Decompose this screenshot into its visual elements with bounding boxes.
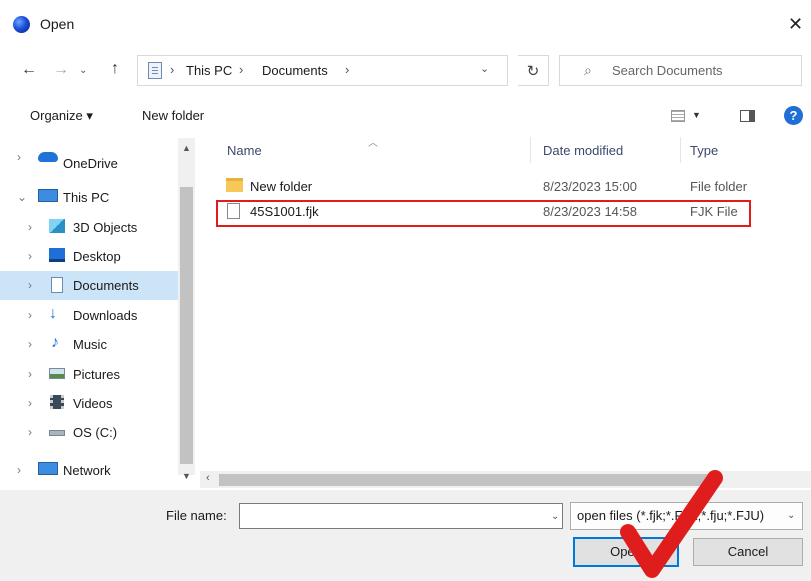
network-icon [38, 462, 58, 475]
pictures-icon [49, 368, 65, 379]
sidebar-item-this-pc[interactable]: ⌄ This PC [0, 183, 178, 212]
sidebar-scroll-thumb[interactable] [180, 187, 193, 464]
sidebar-item-network[interactable]: › Network [0, 457, 178, 486]
breadcrumb-separator: › [239, 62, 244, 77]
horizontal-scroll-thumb[interactable] [219, 474, 710, 486]
breadcrumb-documents[interactable]: Documents [262, 63, 328, 78]
cube-icon [49, 219, 65, 233]
sidebar-item-music[interactable]: › ♪ Music [0, 330, 178, 359]
file-name-dropdown-icon[interactable]: ⌄ [551, 511, 559, 522]
search-icon: ⌕ [584, 62, 592, 78]
sidebar-item-onedrive[interactable]: › OneDrive [0, 143, 178, 172]
cancel-button[interactable]: Cancel [693, 538, 803, 566]
sidebar-item-label: Desktop [73, 249, 121, 264]
column-header-name[interactable]: Name [227, 143, 262, 158]
back-button[interactable]: ← [21, 61, 37, 79]
sidebar-item-label: This PC [63, 190, 110, 205]
file-row[interactable]: New folder 8/23/2023 15:00 File folder [218, 176, 751, 197]
scroll-up-icon[interactable]: ▲ [182, 143, 191, 153]
address-dropdown-button[interactable]: ⌄ [480, 62, 489, 75]
chevron-right-icon[interactable]: › [28, 396, 32, 410]
search-input[interactable]: Search Documents [612, 63, 723, 78]
chevron-right-icon[interactable]: › [28, 425, 32, 439]
chevron-down-icon[interactable]: ⌄ [787, 510, 795, 521]
sidebar-item-label: Videos [73, 396, 113, 411]
chevron-right-icon[interactable]: › [28, 278, 32, 292]
close-button[interactable]: ✕ [788, 12, 810, 36]
chevron-right-icon[interactable]: › [28, 308, 32, 322]
download-icon: ↓ [49, 305, 57, 322]
folder-icon [226, 178, 243, 192]
chevron-down-icon[interactable]: ⌄ [17, 190, 27, 204]
preview-pane-icon[interactable] [740, 110, 755, 122]
column-header-date-modified[interactable]: Date modified [543, 143, 623, 158]
highlight-annotation [216, 200, 751, 227]
recent-locations-button[interactable]: ⌄ [79, 65, 87, 76]
view-options-chevron-icon[interactable]: ▼ [692, 110, 701, 120]
music-icon: ♪ [51, 334, 59, 351]
sidebar-item-label: 3D Objects [73, 220, 138, 235]
sidebar-item-documents[interactable]: › Documents [0, 271, 178, 300]
forward-button[interactable]: → [53, 61, 69, 79]
sidebar-item-label: Downloads [73, 308, 138, 323]
sort-ascending-icon: ︿ [368, 138, 378, 149]
sidebar-item-label: OneDrive [63, 156, 118, 171]
documents-location-icon [148, 62, 162, 79]
change-view-icon[interactable] [671, 110, 685, 122]
sidebar-item-label: Network [63, 463, 111, 478]
sidebar-item-desktop[interactable]: › Desktop [0, 242, 178, 271]
file-name-label: File name: [166, 508, 227, 523]
sidebar-item-os-c[interactable]: › OS (C:) [0, 418, 178, 447]
file-name-input[interactable] [239, 503, 563, 529]
scroll-left-icon[interactable]: ‹ [206, 472, 210, 484]
refresh-button[interactable]: ↻ [518, 55, 549, 86]
cloud-icon [38, 152, 58, 162]
breadcrumb-this-pc[interactable]: This PC [186, 63, 232, 78]
drive-icon [49, 430, 65, 436]
file-name: New folder [250, 179, 313, 194]
sidebar-item-pictures[interactable]: › Pictures [0, 360, 178, 389]
sidebar-item-label: Music [73, 337, 107, 352]
video-icon [50, 395, 64, 409]
app-globe-icon [13, 16, 30, 33]
sidebar-item-label: Documents [73, 278, 139, 293]
breadcrumb-separator: › [170, 62, 175, 77]
breadcrumb-separator[interactable]: › [345, 62, 349, 77]
sidebar-item-3d-objects[interactable]: › 3D Objects [0, 213, 178, 242]
open-button[interactable]: Open [573, 537, 679, 567]
file-type-value: open files (*.fjk;*.FJK;*.fju;*.FJU) [577, 508, 765, 523]
chevron-right-icon[interactable]: › [28, 249, 32, 263]
sidebar-item-videos[interactable]: › Videos [0, 389, 178, 418]
computer-icon [38, 189, 58, 202]
new-folder-button[interactable]: New folder [142, 108, 204, 123]
column-divider[interactable] [680, 137, 681, 163]
chevron-right-icon[interactable]: › [17, 150, 21, 164]
file-type: File folder [690, 179, 748, 194]
chevron-right-icon[interactable]: › [17, 463, 21, 477]
document-icon [51, 277, 63, 293]
sidebar-item-label: Pictures [73, 367, 120, 382]
chevron-right-icon[interactable]: › [28, 220, 32, 234]
chevron-right-icon[interactable]: › [28, 337, 32, 351]
help-icon[interactable]: ? [784, 106, 803, 125]
up-button[interactable]: ↑ [111, 60, 119, 78]
scroll-down-icon[interactable]: ▼ [182, 471, 191, 481]
column-header-type[interactable]: Type [690, 143, 718, 158]
column-divider[interactable] [530, 137, 531, 163]
organize-button[interactable]: Organize ▾ [30, 108, 93, 124]
sidebar-item-label: OS (C:) [73, 425, 118, 440]
file-date: 8/23/2023 15:00 [543, 179, 637, 194]
chevron-right-icon[interactable]: › [28, 367, 32, 381]
navigation-pane: › OneDrive ⌄ This PC › 3D Objects › Desk… [0, 138, 200, 478]
desktop-icon [49, 248, 65, 262]
title-bar [0, 0, 811, 48]
sidebar-item-downloads[interactable]: › ↓ Downloads [0, 301, 178, 330]
window-title: Open [40, 16, 75, 32]
